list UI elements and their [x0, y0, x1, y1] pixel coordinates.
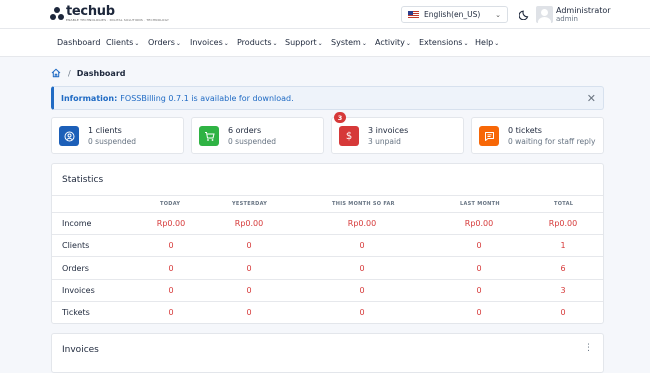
breadcrumb-current: Dashboard	[76, 68, 126, 78]
us-flag-icon	[408, 11, 419, 18]
clients-count: 1 clients	[88, 126, 122, 135]
row-label-tickets: Tickets	[62, 308, 90, 317]
alert-text[interactable]: FOSSBilling 0.7.1 is available for downl…	[120, 94, 293, 103]
logo-icon	[50, 7, 64, 21]
table-cell: 0	[476, 264, 482, 273]
table-cell: Rp0.00	[548, 219, 578, 228]
nav-support[interactable]: Support⌄	[285, 38, 323, 47]
table-cell: 6	[560, 264, 566, 273]
nav-extensions[interactable]: Extensions⌄	[419, 38, 468, 47]
invoices-card[interactable]: $ 3 invoices 3 unpaid	[331, 117, 464, 154]
table-cell: 0	[168, 308, 174, 317]
nav-invoices[interactable]: Invoices⌄	[190, 38, 229, 47]
close-icon[interactable]: ✕	[587, 92, 596, 105]
chevron-down-icon: ⌄	[175, 40, 181, 47]
chevron-down-icon: ⌄	[495, 10, 501, 19]
table-cell: 3	[560, 286, 566, 295]
table-cell: 0	[359, 241, 365, 250]
row-label-invoices: Invoices	[62, 286, 95, 295]
nav-orders[interactable]: Orders⌄	[148, 38, 181, 47]
col-header-this-month: THIS MONTH SO FAR	[332, 201, 395, 207]
invoices-count: 3 invoices	[368, 126, 409, 135]
table-cell: 0	[246, 308, 252, 317]
chevron-down-icon: ⌄	[317, 40, 323, 47]
table-cell: 1	[560, 241, 566, 250]
orders-suspended: 0 suspended	[228, 137, 276, 146]
top-bar: techub ENABLE TECHNOLOGIES · DIGITAL SOL…	[0, 0, 650, 29]
col-header-yesterday: YESTERDAY	[232, 201, 268, 207]
chevron-down-icon: ⌄	[494, 40, 500, 47]
table-cell: 0	[359, 286, 365, 295]
chevron-down-icon: ⌄	[134, 40, 140, 47]
nav-system[interactable]: System⌄	[331, 38, 367, 47]
clients-card[interactable]: 1 clients 0 suspended	[51, 117, 184, 154]
chevron-down-icon: ⌄	[223, 40, 229, 47]
home-icon[interactable]	[51, 68, 61, 78]
tickets-waiting: 0 waiting for staff reply	[508, 137, 596, 146]
table-cell: Rp0.00	[156, 219, 186, 228]
moon-icon[interactable]	[519, 8, 531, 20]
language-select[interactable]: English(en_US) ⌄	[401, 6, 508, 23]
brand-name: techub	[66, 4, 115, 19]
tickets-card[interactable]: 0 tickets 0 waiting for staff reply	[471, 117, 604, 154]
nav-help[interactable]: Help⌄	[475, 38, 499, 47]
info-alert: Information: FOSSBilling 0.7.1 is availa…	[51, 86, 604, 110]
col-header-total: TOTAL	[554, 201, 574, 207]
row-label-orders: Orders	[62, 264, 89, 273]
clients-suspended: 0 suspended	[88, 137, 136, 146]
tickets-count: 0 tickets	[508, 126, 542, 135]
table-cell: Rp0.00	[464, 219, 494, 228]
invoices-panel: Invoices ⋮	[51, 333, 604, 373]
nav-activity[interactable]: Activity⌄	[375, 38, 411, 47]
chevron-down-icon: ⌄	[361, 40, 367, 47]
nav-clients[interactable]: Clients⌄	[106, 38, 139, 47]
col-header-last-month: LAST MONTH	[460, 201, 500, 207]
breadcrumb: / Dashboard	[51, 68, 126, 78]
row-label-clients: Clients	[62, 241, 90, 250]
cart-icon	[199, 126, 219, 146]
language-selected: English(en_US)	[424, 10, 481, 19]
invoices-unpaid: 3 unpaid	[368, 137, 401, 146]
table-cell: 0	[168, 286, 174, 295]
table-cell: 0	[359, 308, 365, 317]
brand-tagline: ENABLE TECHNOLOGIES · DIGITAL SOLUTIONS …	[66, 18, 170, 22]
chevron-down-icon: ⌄	[405, 40, 411, 47]
statistics-title: Statistics	[62, 175, 104, 185]
chevron-down-icon: ⌄	[272, 40, 278, 47]
user-circle-icon	[59, 126, 79, 146]
col-header-today: TODAY	[160, 201, 181, 207]
nav-dashboard[interactable]: Dashboard	[57, 38, 100, 47]
table-cell: 0	[560, 308, 566, 317]
avatar[interactable]	[536, 6, 553, 23]
user-role: admin	[556, 15, 578, 23]
table-cell: 0	[246, 264, 252, 273]
message-icon	[479, 126, 499, 146]
orders-count: 6 orders	[228, 126, 262, 135]
nav-products[interactable]: Products⌄	[237, 38, 278, 47]
statistics-panel: Statistics TODAY YESTERDAY THIS MONTH SO…	[51, 163, 604, 324]
table-cell: 0	[246, 286, 252, 295]
table-cell: 0	[476, 286, 482, 295]
invoices-badge: 3	[334, 112, 346, 123]
row-label-income: Income	[62, 219, 92, 228]
table-cell: 0	[168, 241, 174, 250]
table-cell: 0	[168, 264, 174, 273]
table-cell: 0	[476, 241, 482, 250]
table-cell: Rp0.00	[347, 219, 377, 228]
table-cell: 0	[246, 241, 252, 250]
breadcrumb-separator: /	[68, 68, 71, 78]
orders-card[interactable]: 6 orders 0 suspended	[191, 117, 324, 154]
table-cell: 0	[359, 264, 365, 273]
brand-logo[interactable]: techub ENABLE TECHNOLOGIES · DIGITAL SOL…	[50, 5, 169, 22]
table-cell: 0	[476, 308, 482, 317]
table-cell: Rp0.00	[234, 219, 264, 228]
dollar-icon: $	[339, 126, 359, 146]
main-nav: Dashboard Clients⌄ Orders⌄ Invoices⌄ Pro…	[0, 29, 650, 57]
alert-label: Information:	[61, 93, 118, 103]
user-name[interactable]: Administrator	[556, 6, 611, 15]
invoices-panel-title: Invoices	[62, 345, 99, 355]
chevron-down-icon: ⌄	[463, 40, 469, 47]
more-options-icon[interactable]: ⋮	[584, 343, 593, 353]
